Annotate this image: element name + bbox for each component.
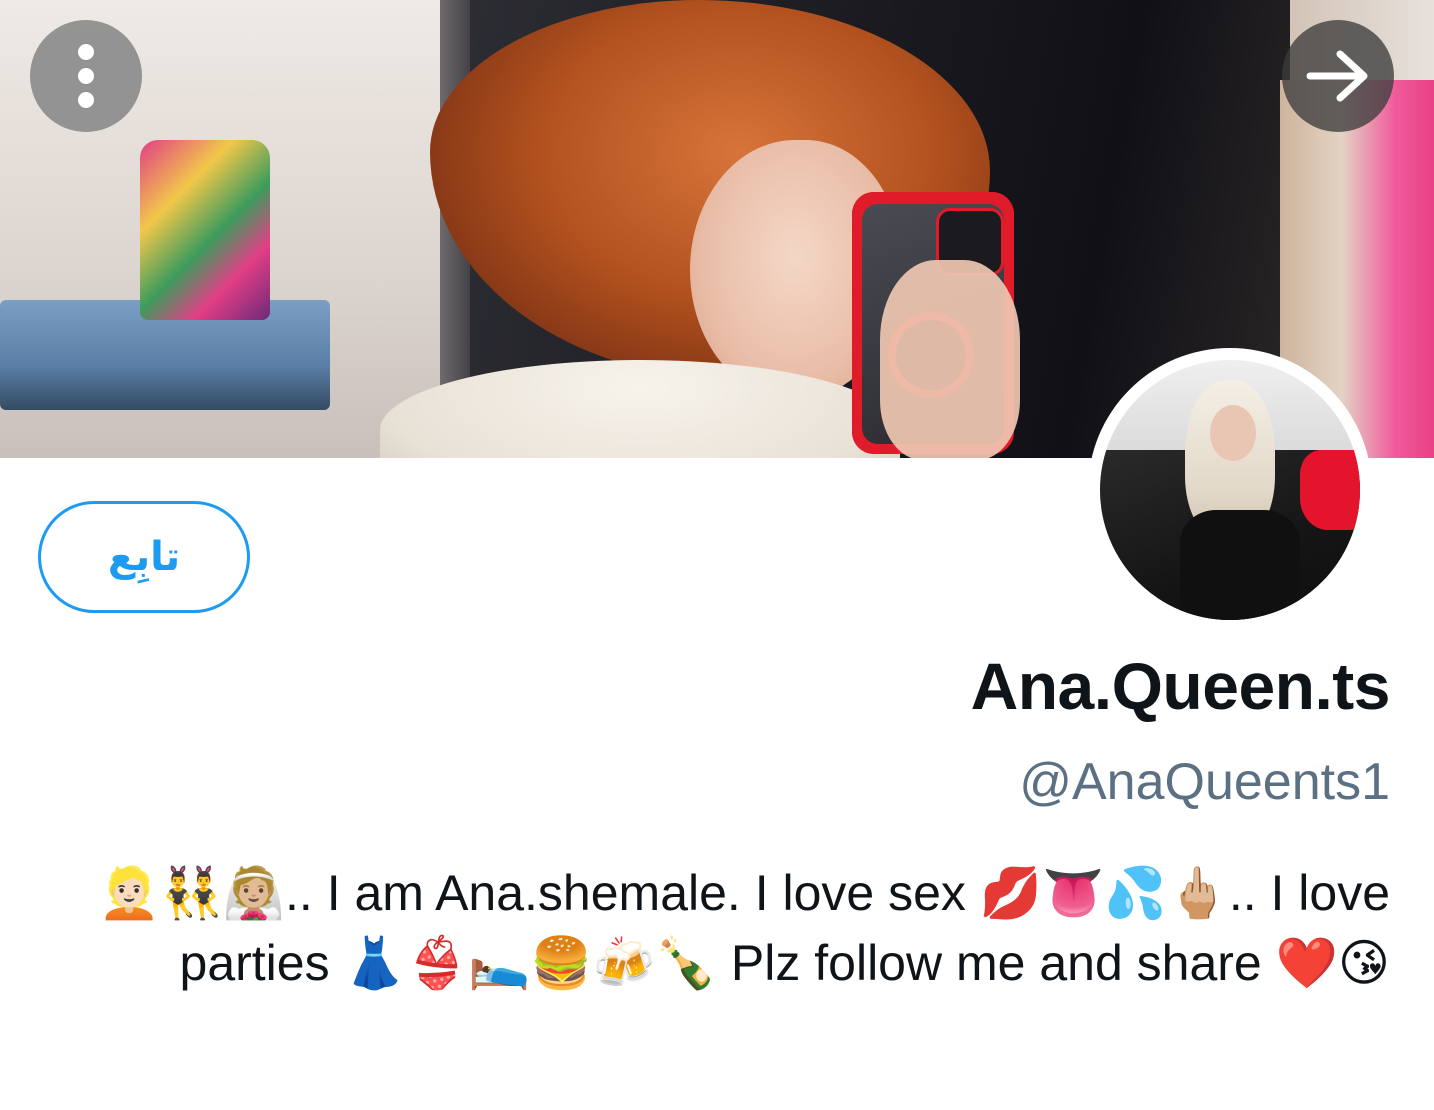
avatar-body [1180, 510, 1300, 620]
banner-hand [880, 260, 1020, 458]
banner-bag [140, 140, 270, 320]
arrow-right-icon [1306, 50, 1368, 102]
follow-button[interactable]: تابِع [38, 501, 250, 613]
avatar-face [1210, 405, 1256, 461]
avatar-photo [1100, 360, 1360, 620]
avatar-red-cushion [1300, 450, 1360, 530]
more-options-button[interactable] [30, 20, 142, 132]
avatar[interactable] [1088, 348, 1372, 632]
more-vertical-icon [78, 44, 94, 108]
user-handle: @AnaQueents1 [1019, 753, 1390, 811]
forward-button[interactable] [1282, 20, 1394, 132]
display-name: Ana.Queen.ts [970, 649, 1391, 723]
profile-bio: 👱🏻👯‍♂️👰🏼.. I am Ana.shemale. I love sex … [98, 865, 1390, 991]
